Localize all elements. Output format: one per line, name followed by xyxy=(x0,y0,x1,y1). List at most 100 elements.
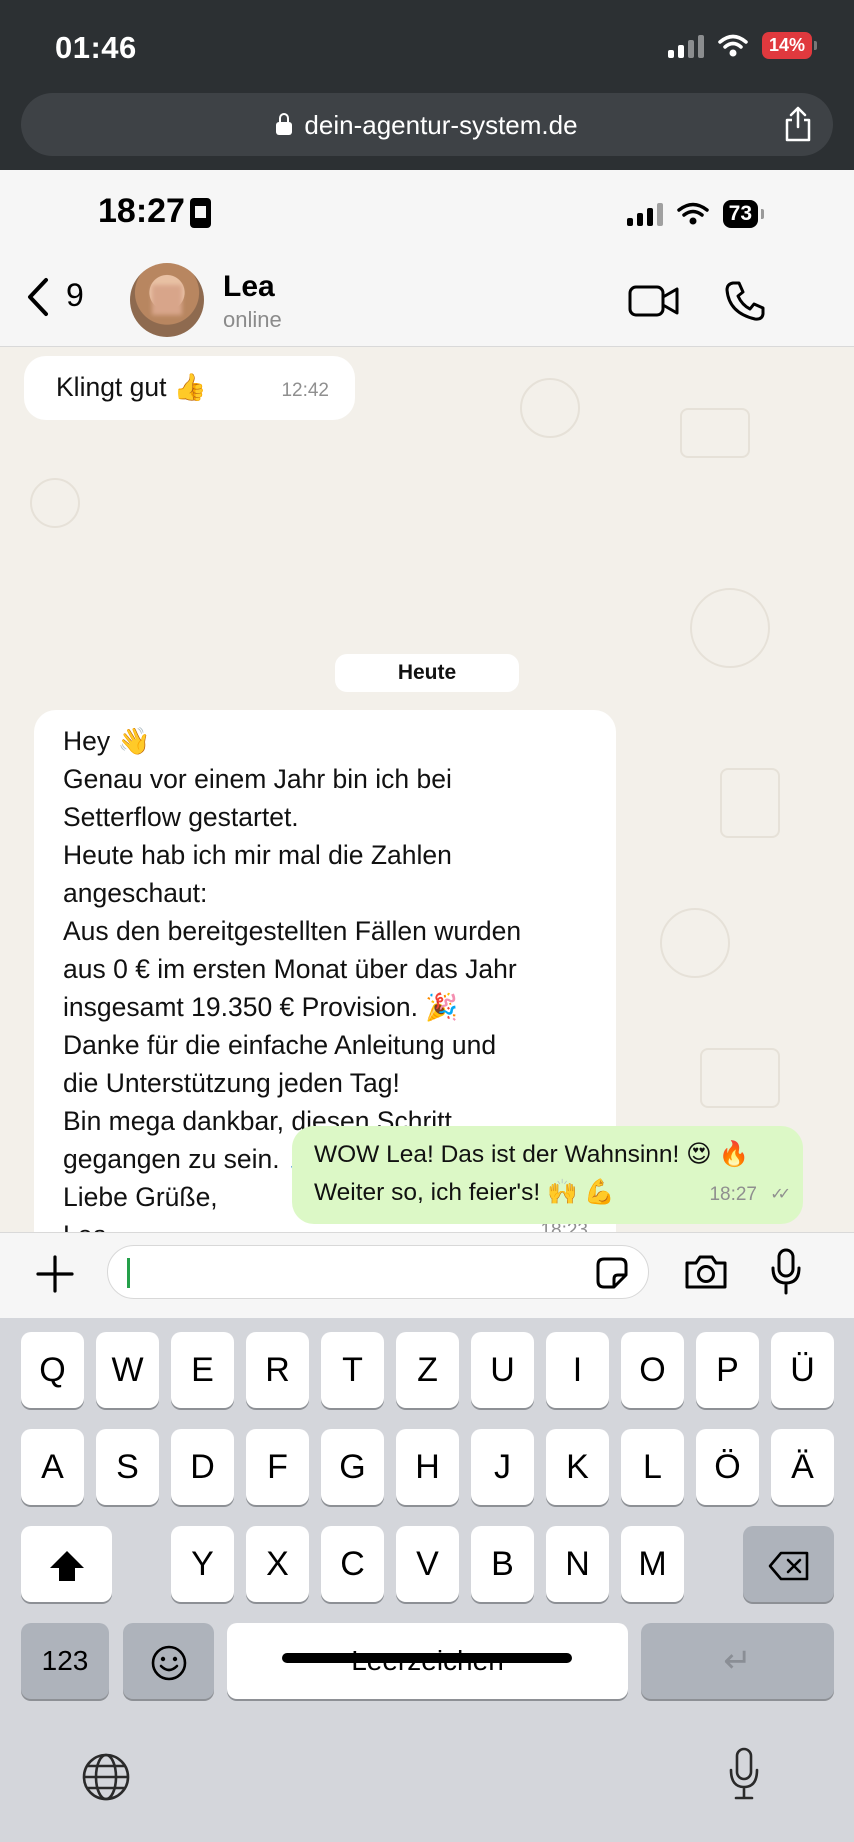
url-display[interactable]: dein-agentur-system.de xyxy=(21,110,833,141)
globe-icon[interactable] xyxy=(80,1751,132,1803)
chat-messages: Klingt gut 👍 12:42 Heute Hey 👋 Genau vor… xyxy=(0,348,854,1232)
key-e[interactable]: E xyxy=(171,1332,234,1408)
wifi-icon xyxy=(676,202,709,225)
key-a[interactable]: A xyxy=(21,1429,84,1505)
key-q[interactable]: Q xyxy=(21,1332,84,1408)
chat-header: 9 Lea online xyxy=(0,250,854,347)
key-z[interactable]: Z xyxy=(396,1332,459,1408)
avatar[interactable] xyxy=(130,263,204,337)
key-y[interactable]: Y xyxy=(171,1526,234,1602)
shift-arrow-icon xyxy=(49,1551,84,1582)
chat-screenshot: 18:27 73 9 Lea online Klingt gut 👍 12:42… xyxy=(0,170,854,1842)
outer-status-icons: 14% xyxy=(667,32,818,59)
key-ae[interactable]: Ä xyxy=(771,1429,834,1505)
wifi-icon xyxy=(718,34,748,56)
cellular-signal-icon xyxy=(667,34,704,58)
message-input[interactable] xyxy=(107,1245,649,1299)
message-time: 18:27 xyxy=(709,1184,757,1205)
shift-key[interactable] xyxy=(21,1526,112,1602)
lock-icon xyxy=(276,113,293,135)
key-x[interactable]: X xyxy=(246,1526,309,1602)
message-line: Genau vor einem Jahr bin ich bei xyxy=(63,764,452,794)
backspace-key[interactable] xyxy=(743,1526,834,1602)
key-m[interactable]: M xyxy=(621,1526,684,1602)
key-i[interactable]: I xyxy=(546,1332,609,1408)
wallpaper-doodle xyxy=(680,408,750,458)
message-text: Klingt gut 👍 xyxy=(56,372,207,402)
wallpaper-doodle xyxy=(520,378,580,438)
read-receipt-icon: ✓✓ xyxy=(770,1186,791,1203)
contact-name[interactable]: Lea xyxy=(223,270,275,304)
microphone-icon[interactable] xyxy=(769,1248,803,1296)
home-indicator[interactable] xyxy=(282,1653,572,1663)
message-line: die Unterstützung jeden Tag! xyxy=(63,1068,400,1098)
key-f[interactable]: F xyxy=(246,1429,309,1505)
share-icon[interactable] xyxy=(783,105,813,143)
key-t[interactable]: T xyxy=(321,1332,384,1408)
message-line: angeschaut: xyxy=(63,878,208,908)
wallpaper-doodle xyxy=(720,768,780,838)
message-line: insgesamt 19.350 € Provision. 🎉 xyxy=(63,992,459,1022)
sticker-icon[interactable] xyxy=(594,1255,630,1291)
phone-icon[interactable] xyxy=(724,280,766,322)
battery-indicator: 14% xyxy=(761,32,818,59)
message-line: Hey 👋 xyxy=(63,726,151,756)
key-l[interactable]: L xyxy=(621,1429,684,1505)
message-composer xyxy=(0,1232,854,1318)
key-r[interactable]: R xyxy=(246,1332,309,1408)
inner-status-icons: 73 xyxy=(626,200,765,228)
return-key[interactable]: ↵ xyxy=(641,1623,834,1699)
message-text: WOW Lea! Das ist der Wahnsinn! 😍 🔥 Weite… xyxy=(314,1136,749,1212)
message-incoming[interactable]: Klingt gut 👍 12:42 xyxy=(24,356,355,420)
key-oe[interactable]: Ö xyxy=(696,1429,759,1505)
text-cursor xyxy=(127,1258,130,1288)
message-line: Setterflow gestartet. xyxy=(63,802,299,832)
address-bar[interactable]: dein-agentur-system.de xyxy=(21,93,833,156)
chevron-left-icon[interactable] xyxy=(26,276,50,318)
outer-clock: 01:46 xyxy=(55,30,137,65)
message-line: Heute hab ich mir mal die Zahlen xyxy=(63,840,452,870)
key-n[interactable]: N xyxy=(546,1526,609,1602)
unread-count[interactable]: 9 xyxy=(66,277,84,314)
day-separator: Heute xyxy=(335,654,519,692)
cellular-signal-icon xyxy=(626,202,663,226)
key-v[interactable]: V xyxy=(396,1526,459,1602)
message-line: WOW Lea! Das ist der Wahnsinn! 😍 🔥 xyxy=(314,1141,750,1168)
wallet-card-icon xyxy=(190,198,211,228)
wallpaper-doodle xyxy=(30,478,80,528)
plus-icon[interactable] xyxy=(34,1253,76,1295)
key-u[interactable]: U xyxy=(471,1332,534,1408)
wallpaper-doodle xyxy=(700,1048,780,1108)
contact-status: online xyxy=(223,307,282,332)
key-o[interactable]: O xyxy=(621,1332,684,1408)
key-d[interactable]: D xyxy=(171,1429,234,1505)
message-line: Weiter so, ich feier's! 🙌 💪 xyxy=(314,1179,615,1206)
battery-indicator: 73 xyxy=(722,200,765,228)
message-time: 12:42 xyxy=(281,380,329,401)
inner-status-bar: 18:27 73 xyxy=(0,170,854,250)
url-text: dein-agentur-system.de xyxy=(304,110,578,140)
camera-icon[interactable] xyxy=(683,1253,729,1291)
dictation-mic-icon[interactable] xyxy=(727,1746,761,1802)
message-line: Danke für die einfache Anleitung und xyxy=(63,1030,497,1060)
numbers-key[interactable]: 123 xyxy=(21,1623,109,1699)
key-c[interactable]: C xyxy=(321,1526,384,1602)
wallpaper-doodle xyxy=(660,908,730,978)
key-p[interactable]: P xyxy=(696,1332,759,1408)
key-ue[interactable]: Ü xyxy=(771,1332,834,1408)
key-w[interactable]: W xyxy=(96,1332,159,1408)
key-s[interactable]: S xyxy=(96,1429,159,1505)
wallpaper-doodle xyxy=(690,588,770,668)
key-k[interactable]: K xyxy=(546,1429,609,1505)
key-j[interactable]: J xyxy=(471,1429,534,1505)
emoji-key[interactable] xyxy=(123,1623,214,1699)
outer-status-bar: 01:46 14% xyxy=(0,0,854,90)
keyboard: Q W E R T Z U I O P Ü A S D F G H J K L … xyxy=(0,1318,854,1842)
key-h[interactable]: H xyxy=(396,1429,459,1505)
backspace-icon xyxy=(768,1551,808,1581)
key-b[interactable]: B xyxy=(471,1526,534,1602)
key-g[interactable]: G xyxy=(321,1429,384,1505)
message-outgoing[interactable]: WOW Lea! Das ist der Wahnsinn! 😍 🔥 Weite… xyxy=(292,1126,803,1224)
video-call-icon[interactable] xyxy=(628,284,680,318)
emoji-icon xyxy=(151,1645,186,1681)
